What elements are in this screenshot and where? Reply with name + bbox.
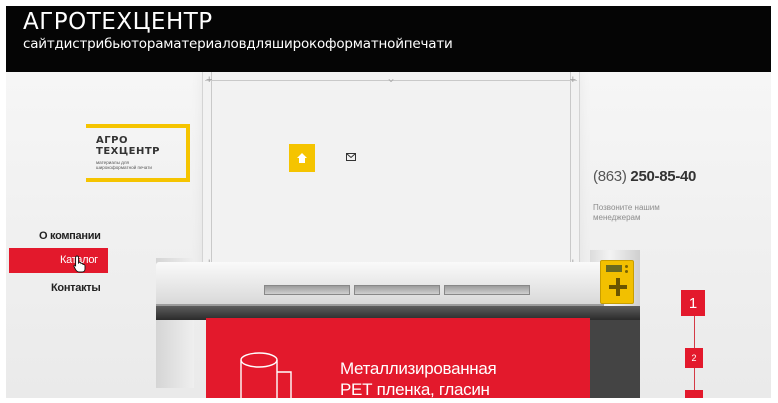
- control-panel-led: [625, 265, 628, 268]
- mail-icon[interactable]: [346, 153, 356, 161]
- hand-cursor-icon: [73, 255, 86, 273]
- logo[interactable]: АГРО ТЕХЦЕНТР: [96, 135, 160, 157]
- banner-text: Металлизированная РЕТ пленка, гласин: [340, 358, 497, 398]
- caption-bar: АГРОТЕХЦЕНТР сайтдистрибьютораматериалов…: [6, 6, 771, 72]
- call-us-text: Позвоните нашим менеджерам: [593, 203, 660, 222]
- phone-code: (863): [593, 168, 627, 185]
- caption-subtitle: сайтдистрибьютораматериаловдляширокоформ…: [23, 36, 453, 52]
- banner-line-2: РЕТ пленка, гласин: [340, 380, 490, 398]
- screenshot-frame: АГРОТЕХЦЕНТР сайтдистрибьютораматериалов…: [6, 6, 771, 398]
- plotter-dark-side: [590, 318, 640, 398]
- plotter-slot: [354, 285, 440, 295]
- website-preview: + + + + ⌄ АГРО ТЕХЦЕНТР материалы для ши…: [6, 72, 771, 398]
- control-panel-led: [625, 270, 628, 273]
- crop-line-left: [211, 72, 212, 269]
- plotter-top: [156, 262, 604, 306]
- logo-line-2: ТЕХЦЕНТР: [96, 146, 160, 157]
- caption-title: АГРОТЕХЦЕНТР: [23, 9, 213, 35]
- home-button[interactable]: [289, 144, 315, 172]
- nav-item-catalog[interactable]: Каталог: [9, 248, 108, 273]
- plotter-control-panel: [600, 260, 634, 304]
- logo-line-1: АГРО: [96, 135, 128, 146]
- film-roll-icon: [240, 352, 292, 398]
- dpad-icon: [609, 278, 627, 296]
- plotter-slot: [444, 285, 530, 295]
- crop-mark-icon: +: [569, 74, 576, 86]
- pager-page-1[interactable]: 1: [681, 290, 705, 316]
- pager-page-2[interactable]: 2: [685, 348, 703, 368]
- crop-mark-icon: +: [206, 74, 213, 86]
- nav-item-contacts[interactable]: Контакты: [51, 282, 101, 294]
- phone-digits: 250-85-40: [630, 168, 697, 185]
- nav-item-about[interactable]: О компании: [39, 230, 101, 242]
- paper-sheet: + + + + ⌄: [202, 72, 580, 272]
- phone-number[interactable]: (863) 250-85-40: [593, 168, 696, 185]
- control-panel-screen: [606, 265, 622, 272]
- chevron-down-icon: ⌄: [386, 71, 397, 85]
- home-icon: [297, 153, 307, 163]
- logo-tagline: материалы для широкоформатной печати: [96, 160, 152, 170]
- plotter-slot: [264, 285, 350, 295]
- pager-page-3[interactable]: [685, 390, 703, 398]
- crop-line-right: [570, 72, 571, 269]
- banner-line-1: Металлизированная: [340, 359, 497, 378]
